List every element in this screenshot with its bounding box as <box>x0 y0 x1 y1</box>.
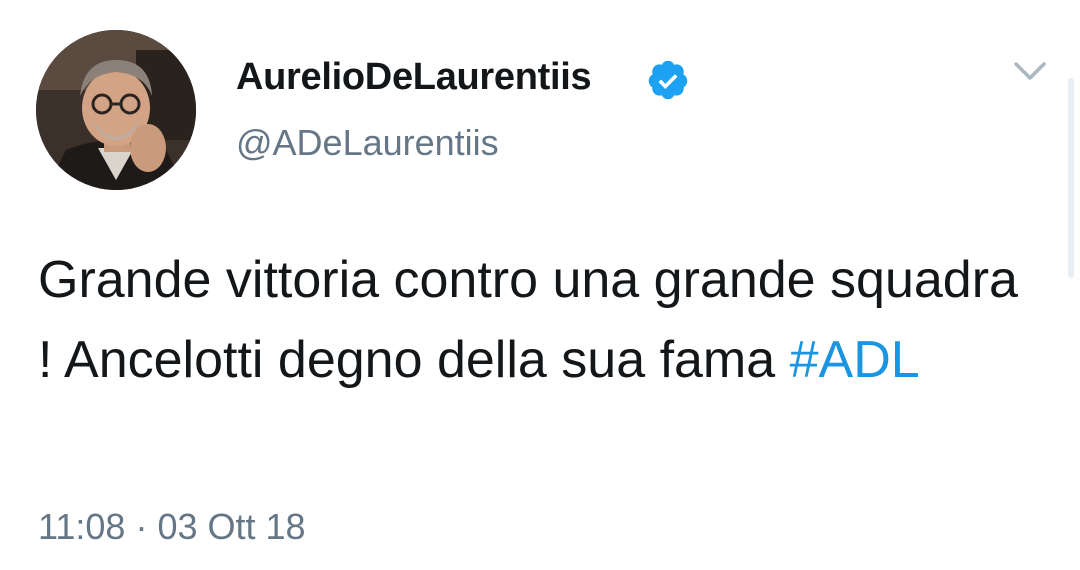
avatar[interactable] <box>36 30 196 190</box>
tweet-date: 03 Ott 18 <box>157 506 306 547</box>
chevron-down-icon[interactable] <box>1010 56 1050 88</box>
user-handle[interactable]: @ADeLaurentiis <box>236 122 499 164</box>
timestamp-separator: · <box>135 506 148 547</box>
avatar-photo-icon <box>36 30 196 190</box>
tweet-time: 11:08 <box>38 506 126 547</box>
tweet-text: Grande vittoria contro una grande squadr… <box>38 240 1038 400</box>
verified-badge-icon <box>646 58 690 102</box>
scrollbar[interactable] <box>1068 78 1074 278</box>
display-name[interactable]: AurelioDeLaurentiis <box>236 56 592 99</box>
tweet-card: AurelioDeLaurentiis @ADeLaurentiis Grand… <box>0 0 1080 570</box>
tweet-timestamp[interactable]: 11:08 · 03 Ott 18 <box>38 506 306 548</box>
hashtag-link[interactable]: #ADL <box>790 331 920 389</box>
